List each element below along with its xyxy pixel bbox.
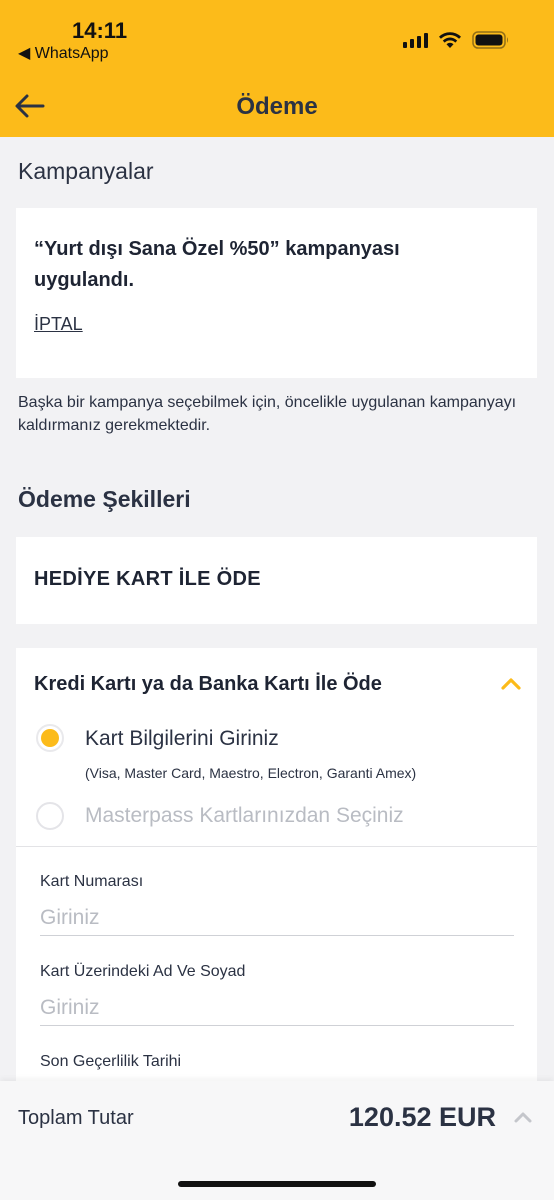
campaign-info-text: Başka bir kampanya seçebilmek için, önce… [18, 394, 517, 434]
battery-icon [472, 31, 510, 49]
payment-screen: 14:11 ◀ WhatsApp Ödeme Kampanyalar “Yurt… [0, 0, 554, 1200]
cancel-campaign-link[interactable]: İPTAL [34, 314, 83, 335]
campaigns-section-title: Kampanyalar [18, 158, 154, 184]
expiry-date-label: Son Geçerlilik Tarihi [40, 1053, 182, 1070]
card-number-input[interactable] [40, 900, 514, 936]
app-header: 14:11 ◀ WhatsApp Ödeme [0, 0, 554, 137]
gift-card-option[interactable]: HEDİYE KART İLE ÖDE [16, 537, 537, 624]
payment-methods-section-title: Ödeme Şekilleri [18, 486, 191, 512]
radio-masterpass[interactable] [36, 802, 64, 830]
home-indicator [178, 1181, 376, 1187]
total-value: 120.52 EUR [348, 1102, 496, 1132]
credit-card-title[interactable]: Kredi Kartı ya da Banka Kartı İle Öde [34, 673, 382, 696]
chevron-up-icon[interactable] [512, 1106, 534, 1128]
status-time: 14:11 [72, 18, 128, 43]
total-label: Toplam Tutar [18, 1107, 134, 1129]
page-title: Ödeme [236, 93, 318, 120]
accepted-cards-text: (Visa, Master Card, Maestro, Electron, G… [85, 765, 417, 781]
campaign-card: “Yurt dışı Sana Özel %50” kampanyası uyg… [16, 208, 537, 378]
chevron-up-icon[interactable] [499, 672, 523, 696]
signal-icon [403, 32, 428, 48]
card-holder-label: Kart Üzerindeki Ad Ve Soyad [40, 963, 246, 980]
card-holder-input[interactable] [40, 990, 514, 1026]
divider [16, 846, 537, 847]
radio-enter-card[interactable] [36, 724, 64, 752]
credit-card-panel: Kredi Kartı ya da Banka Kartı İle Öde Ka… [16, 648, 537, 1128]
status-icons [403, 31, 510, 49]
total-bar[interactable]: Toplam Tutar 120.52 EUR [0, 1081, 554, 1200]
option-enter-card-label[interactable]: Kart Bilgilerini Giriniz [85, 727, 279, 751]
status-back-to-app[interactable]: ◀ WhatsApp [18, 43, 109, 63]
wifi-icon [438, 31, 462, 49]
card-number-label: Kart Numarası [40, 873, 144, 890]
gift-card-label: HEDİYE KART İLE ÖDE [34, 568, 261, 590]
option-masterpass-label[interactable]: Masterpass Kartlarınızdan Seçiniz [85, 804, 404, 828]
applied-campaign-text: “Yurt dışı Sana Özel %50” kampanyası uyg… [34, 238, 400, 291]
